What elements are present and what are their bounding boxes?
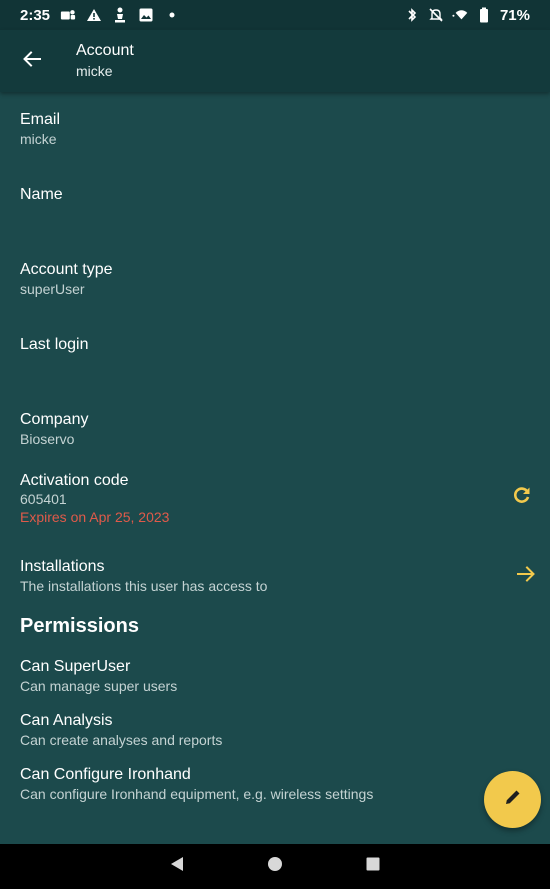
installations-arrow[interactable] xyxy=(514,564,538,588)
activation-expiry: Expires on Apr 25, 2023 xyxy=(20,509,170,525)
triangle-back-icon xyxy=(170,856,184,877)
permission-item: Can SuperUser Can manage super users xyxy=(20,657,534,696)
activation-code-value: 605401 xyxy=(20,491,67,507)
installations-label: Installations xyxy=(20,558,105,575)
refresh-button[interactable] xyxy=(510,485,534,509)
permission-description: Can manage super users xyxy=(20,678,178,694)
status-time: 2:35 xyxy=(20,6,51,24)
email-row: Email micke xyxy=(20,110,534,149)
teams-icon xyxy=(60,7,76,23)
image-icon xyxy=(138,7,154,23)
bluetooth-icon xyxy=(404,7,420,23)
permissions-title: Permissions xyxy=(20,615,139,637)
arrow-right-icon xyxy=(517,565,535,587)
email-value: micke xyxy=(20,131,57,147)
page-subtitle: micke xyxy=(76,63,113,79)
account-type-value: superUser xyxy=(20,281,85,297)
battery-icon xyxy=(476,7,492,23)
account-type-row: Account type superUser xyxy=(20,260,534,299)
permission-description: Can configure Ironhand equipment, e.g. w… xyxy=(20,786,374,802)
permission-label: Can Analysis xyxy=(20,712,113,729)
email-label: Email xyxy=(20,111,61,128)
edit-button[interactable] xyxy=(484,771,541,828)
arrow-left-icon xyxy=(23,50,41,72)
permission-item: Can Configure Ironhand Can configure Iro… xyxy=(20,765,534,804)
company-row: Company Bioservo xyxy=(20,410,534,449)
activation-code-row: Activation code 605401 Expires on Apr 25… xyxy=(20,471,550,527)
page-title: Account xyxy=(76,42,134,59)
name-label: Name xyxy=(20,186,63,203)
chess-icon xyxy=(112,7,128,23)
last-login-row: Last login xyxy=(20,335,534,355)
account-details: Email micke Name Account type superUser … xyxy=(0,92,550,844)
warning-icon xyxy=(86,7,102,23)
circle-home-icon xyxy=(267,856,283,877)
permission-label: Can Configure Ironhand xyxy=(20,766,191,783)
name-row: Name xyxy=(20,185,534,205)
nav-recents-button[interactable] xyxy=(361,855,385,879)
permission-label: Can SuperUser xyxy=(20,658,131,675)
account-type-label: Account type xyxy=(20,261,113,278)
battery-percent: 71% xyxy=(499,6,530,24)
company-value: Bioservo xyxy=(20,431,75,447)
nav-home-button[interactable] xyxy=(263,855,287,879)
refresh-icon xyxy=(513,486,531,509)
permissions-heading: Permissions xyxy=(20,614,534,638)
company-label: Company xyxy=(20,411,89,428)
activation-code-label: Activation code xyxy=(20,472,129,489)
permission-description: Can create analyses and reports xyxy=(20,732,223,748)
installations-description: The installations this user has access t… xyxy=(20,578,268,594)
status-bar: 2:35 71% xyxy=(0,0,550,30)
pencil-icon xyxy=(503,787,523,812)
dot-icon xyxy=(164,7,180,23)
navigation-bar xyxy=(0,844,550,889)
mute-icon xyxy=(428,7,444,23)
wifi-icon xyxy=(452,7,468,23)
square-recents-icon xyxy=(366,857,380,876)
nav-back-button[interactable] xyxy=(165,855,189,879)
last-login-label: Last login xyxy=(20,336,89,353)
app-bar: Account micke xyxy=(0,30,550,92)
installations-row[interactable]: Installations The installations this use… xyxy=(20,557,550,596)
back-button[interactable] xyxy=(10,39,54,83)
permission-item: Can Analysis Can create analyses and rep… xyxy=(20,711,534,750)
